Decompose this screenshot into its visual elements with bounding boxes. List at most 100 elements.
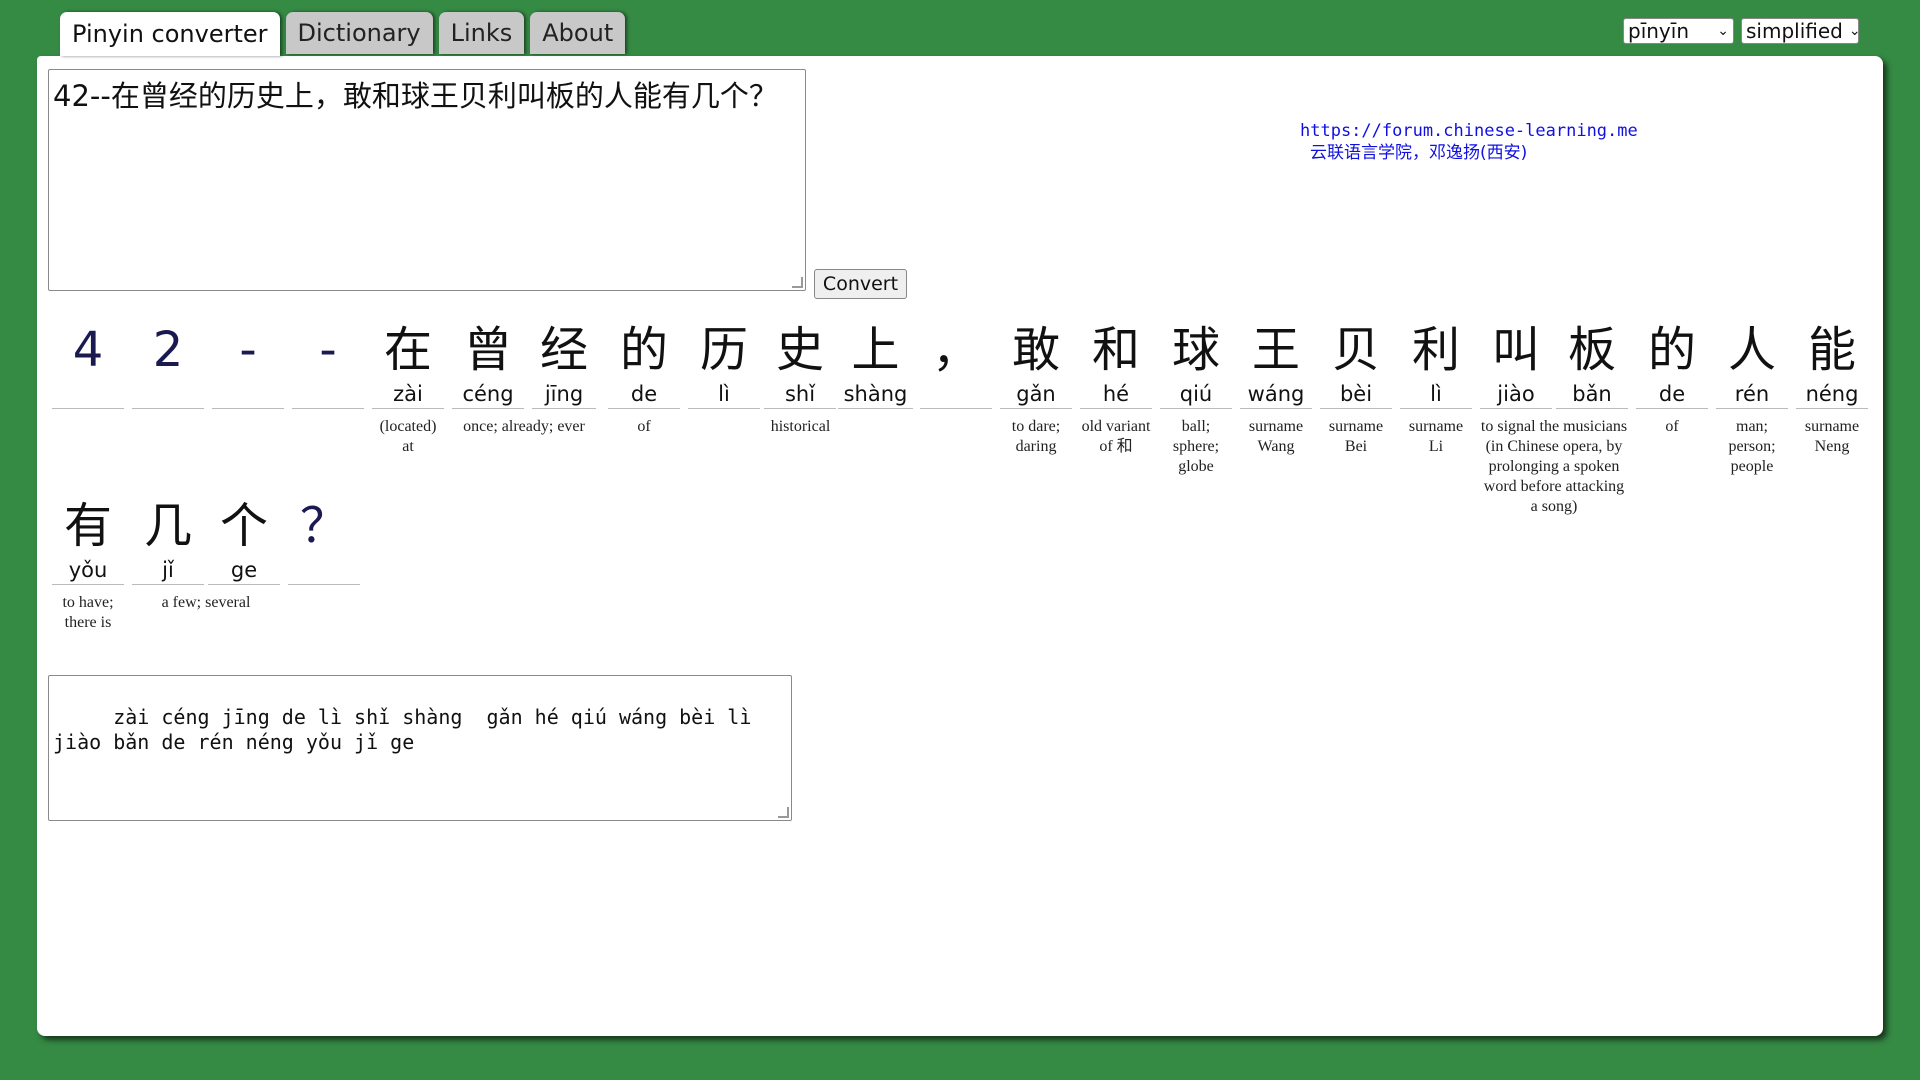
char-cell: 叫 jiào [1480, 320, 1552, 409]
pinyin: yǒu [52, 556, 124, 585]
convert-button[interactable]: Convert [814, 269, 907, 299]
pinyin: hé [1080, 380, 1152, 409]
definition: historical [770, 418, 831, 435]
char-cell: 贝 bèi [1320, 320, 1392, 409]
pinyin-output-textarea[interactable]: zài céng jīng de lì shǐ shàng gǎn hé qiú… [48, 675, 792, 821]
definition: ball; sphere; globe [1172, 418, 1220, 475]
hanzi: 上 [851, 322, 900, 378]
char-cell: 个 ge [208, 496, 280, 585]
char-cell: 几 jǐ [132, 496, 204, 585]
mode-select-value: pīnyīn [1628, 19, 1689, 43]
pinyin: wáng [1240, 380, 1312, 409]
tab-dictionary[interactable]: Dictionary [285, 12, 433, 54]
char-cell: 王 wáng [1240, 320, 1312, 409]
hanzi: 王 [1251, 322, 1300, 378]
pinyin: qiú [1160, 380, 1232, 409]
char-cell: 曾 céng [452, 320, 524, 409]
definition: surname Neng [1804, 418, 1860, 455]
resize-handle-icon[interactable] [792, 277, 803, 288]
hanzi: 能 [1807, 322, 1856, 378]
hanzi: 人 [1727, 322, 1776, 378]
char-cell: ？ [288, 496, 360, 585]
hanzi: 个 [219, 498, 268, 554]
char-cell: 人 rén [1716, 320, 1788, 409]
definition: old variant of 和 [1081, 418, 1151, 455]
char-cell: 历 lì [688, 320, 760, 409]
char-cell: 2 [132, 320, 204, 409]
hanzi: ？ [299, 498, 348, 554]
input-text: 42--在曾经的历史上，敢和球王贝利叫板的人能有几个？ [53, 79, 778, 113]
hanzi: 的 [619, 322, 668, 378]
hanzi: 2 [152, 322, 184, 378]
definition: of [1665, 418, 1679, 435]
tab-bar: Pinyin converter Dictionary Links About [60, 12, 626, 56]
credit-organization: 云联语言学院，邓逸扬(西安) [1310, 143, 1528, 163]
chevron-down-icon: ⌄ [1717, 23, 1729, 39]
credit-block: https://forum.chinese-learning.me 云联语言学院… [1300, 120, 1638, 164]
chevron-down-icon: ⌄ [1848, 23, 1861, 39]
definition: to signal the musicians (in Chinese oper… [1480, 418, 1628, 515]
char-cell: 利 lì [1400, 320, 1472, 409]
definition: surname Bei [1328, 418, 1384, 455]
hanzi: 历 [699, 322, 748, 378]
hanzi: 利 [1411, 322, 1460, 378]
char-cell: 球 qiú [1160, 320, 1232, 409]
pinyin: céng [452, 380, 524, 409]
char-cell: 的 de [608, 320, 680, 409]
char-cell: 有 yǒu [52, 496, 124, 585]
tab-links[interactable]: Links [438, 12, 525, 54]
pinyin: jīng [532, 380, 596, 409]
pinyin: de [608, 380, 680, 409]
char-cell: 经 jīng [532, 320, 596, 409]
pinyin: bǎn [1556, 380, 1628, 409]
char-cell: 史 shǐ [764, 320, 836, 409]
hanzi: 几 [143, 498, 192, 554]
char-cell: 在 zài [372, 320, 444, 409]
hanzi: 在 [383, 322, 432, 378]
char-cell: - [212, 320, 284, 409]
pinyin: shàng [838, 380, 913, 409]
definition: to have; there is [62, 594, 114, 631]
hanzi: 贝 [1331, 322, 1380, 378]
definition: once; already; ever [463, 418, 585, 435]
pinyin: lì [688, 380, 760, 409]
resize-handle-icon[interactable] [778, 807, 789, 818]
hanzi: 曾 [463, 322, 512, 378]
pinyin [212, 380, 284, 409]
char-cell: 上 shàng [838, 320, 913, 409]
definition: to dare; daring [1011, 418, 1061, 455]
script-select-value: simplified [1746, 19, 1843, 43]
pinyin: shǐ [764, 380, 836, 409]
pinyin: néng [1796, 380, 1868, 409]
pinyin [292, 380, 364, 409]
definition: of [637, 418, 651, 435]
pinyin: jiào [1480, 380, 1552, 409]
hanzi: - [239, 322, 257, 378]
hanzi: - [319, 322, 337, 378]
pinyin: rén [1716, 380, 1788, 409]
definition: surname Wang [1248, 418, 1304, 455]
mode-select[interactable]: pīnyīn ⌄ [1623, 18, 1734, 44]
forum-link[interactable]: https://forum.chinese-learning.me [1300, 120, 1638, 142]
chinese-input-textarea[interactable]: 42--在曾经的历史上，敢和球王贝利叫板的人能有几个？ [48, 69, 806, 291]
pinyin [52, 380, 124, 409]
hanzi: 经 [539, 322, 588, 378]
tab-about[interactable]: About [530, 12, 626, 54]
hanzi: 球 [1171, 322, 1220, 378]
char-cell: 能 néng [1796, 320, 1868, 409]
char-cell: 敢 gǎn [1000, 320, 1072, 409]
pinyin: lì [1400, 380, 1472, 409]
hanzi: 史 [775, 322, 824, 378]
hanzi: 4 [72, 322, 104, 378]
definition: surname Li [1408, 418, 1464, 455]
char-cell: ， [920, 320, 992, 409]
hanzi: 的 [1647, 322, 1696, 378]
pinyin: zài [372, 380, 444, 409]
pinyin: bèi [1320, 380, 1392, 409]
script-select[interactable]: simplified ⌄ [1741, 18, 1861, 44]
tab-pinyin-converter[interactable]: Pinyin converter [60, 12, 280, 56]
hanzi: 敢 [1011, 322, 1060, 378]
hanzi: 叫 [1491, 322, 1540, 378]
hanzi: ， [931, 322, 980, 378]
char-cell: - [292, 320, 364, 409]
